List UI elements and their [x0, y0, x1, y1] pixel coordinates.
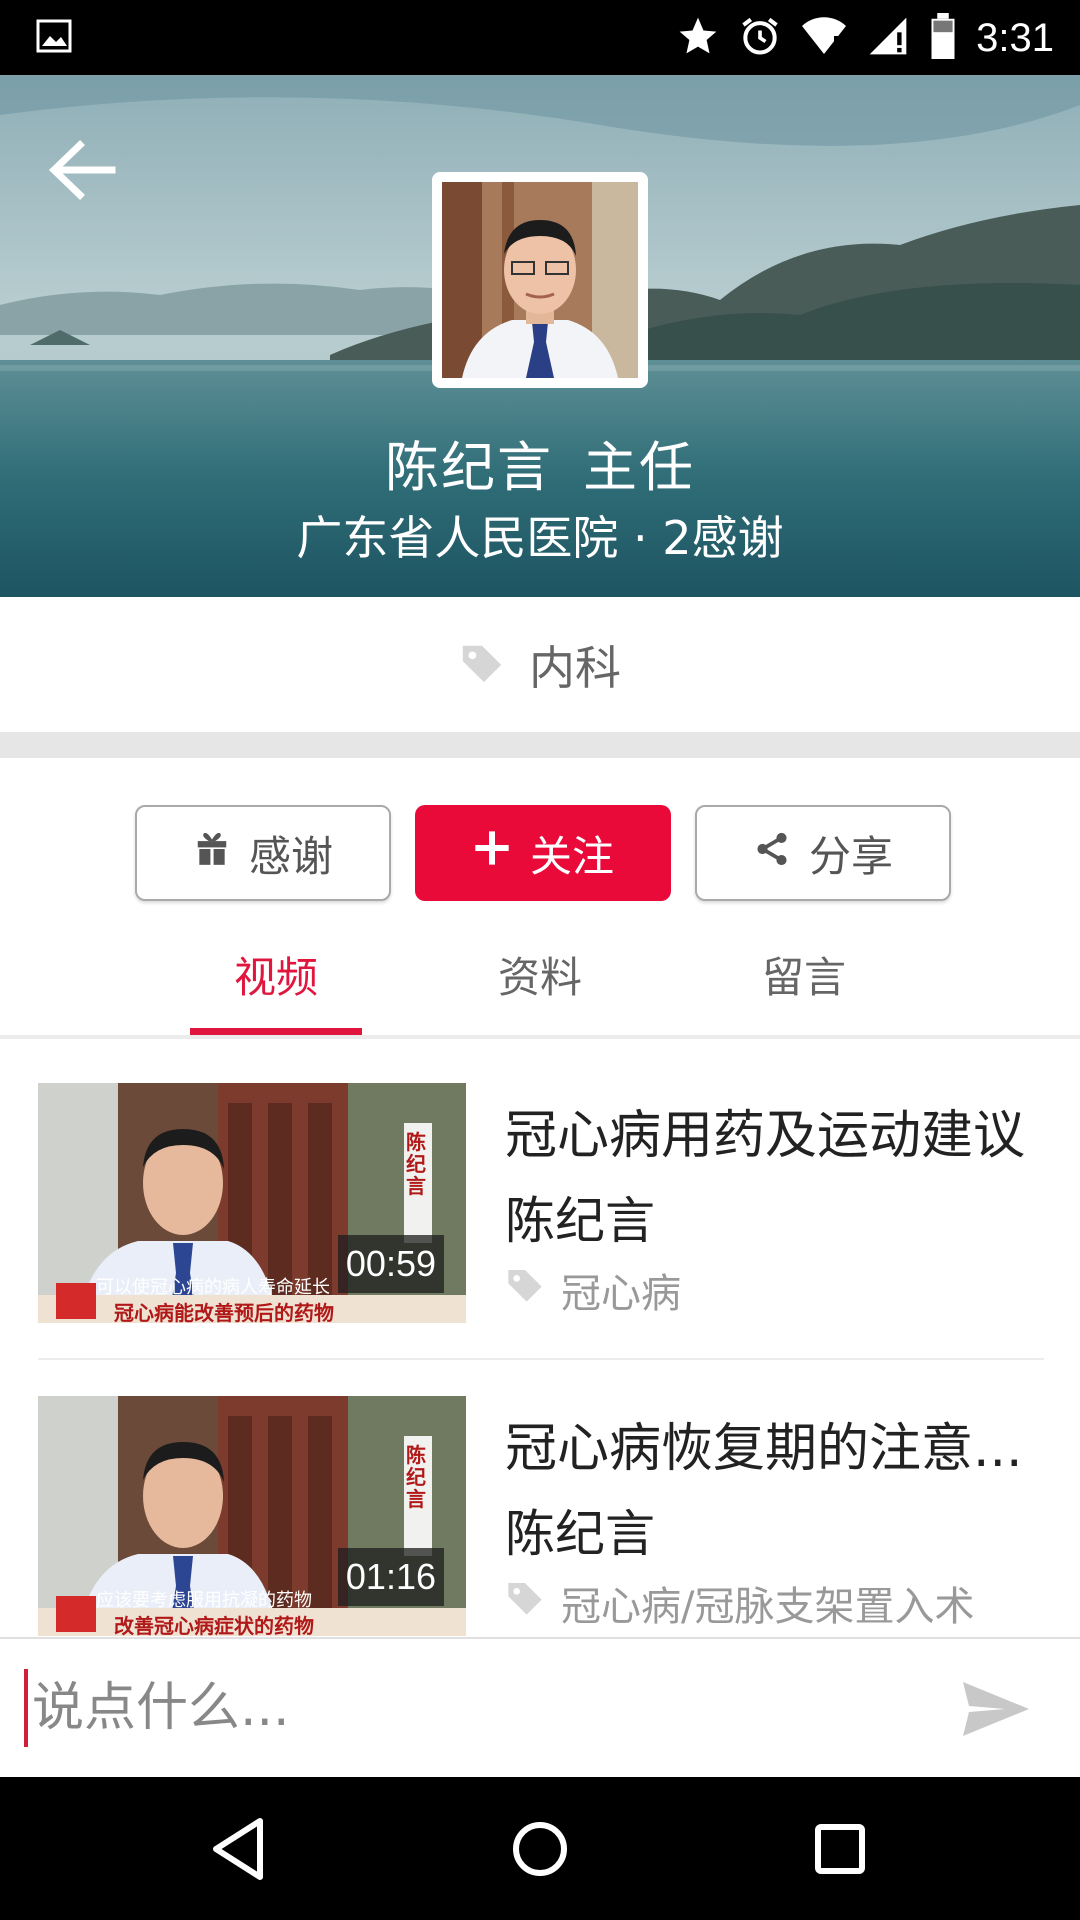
- back-arrow-icon[interactable]: [40, 125, 130, 215]
- department-row: 内科: [0, 597, 1080, 732]
- video-tag: 冠心病: [505, 1261, 681, 1319]
- tab-bar: 视频 资料 留言: [0, 930, 1080, 1035]
- video-tag-label: 冠心病/冠脉支架置入术: [561, 1584, 975, 1630]
- video-tag: 冠心病/冠脉支架置入术: [505, 1574, 974, 1632]
- star-icon: [676, 14, 720, 62]
- thank-label: 感谢: [248, 831, 333, 881]
- video-title[interactable]: 冠心病恢复期的注意...: [505, 1406, 1045, 1481]
- video-title[interactable]: 冠心病用药及运动建议: [505, 1093, 1045, 1168]
- department-label: 内科: [529, 640, 621, 695]
- list-divider: [38, 1358, 1044, 1360]
- thumbnail-side-text: 陈纪言: [406, 1130, 426, 1198]
- system-nav-bar: [0, 1777, 1080, 1920]
- video-author: 陈纪言: [505, 1192, 655, 1250]
- doctor-name: 陈纪言: [385, 436, 553, 499]
- tabs-divider: [0, 1035, 1080, 1039]
- video-list-item[interactable]: 可以使冠心病的病人寿命延长 冠心病能改善预后的药物 陈纪言 00:59 冠心病用…: [0, 1083, 1080, 1333]
- follow-button[interactable]: 关注: [415, 805, 671, 901]
- thank-button[interactable]: 感谢: [135, 805, 391, 901]
- doctor-name-line: 陈纪言 主任: [0, 423, 1080, 502]
- thumbnail-side-text: 陈纪言: [406, 1443, 426, 1511]
- comment-input[interactable]: [24, 1669, 904, 1747]
- action-buttons: 感谢 关注 分享: [0, 805, 1080, 901]
- share-button[interactable]: 分享: [695, 805, 951, 901]
- battery-icon: [928, 13, 958, 63]
- alarm-icon: [738, 14, 782, 62]
- follow-label: 关注: [529, 831, 614, 881]
- video-duration: 00:59: [337, 1235, 444, 1293]
- doctor-meta: 广东省人民医院 · 2感谢: [0, 502, 1080, 568]
- status-bar: 3:31: [0, 0, 1080, 75]
- meta-separator: ·: [633, 511, 648, 565]
- video-thumbnail[interactable]: 可以使冠心病的病人寿命延长 冠心病能改善预后的药物 陈纪言 00:59: [38, 1083, 466, 1323]
- tab-videos[interactable]: 视频: [191, 930, 361, 1035]
- video-author: 陈纪言: [505, 1505, 655, 1563]
- back-triangle-icon[interactable]: [198, 1807, 282, 1891]
- avatar: [432, 172, 648, 388]
- plus-icon: [472, 828, 512, 878]
- video-list-item[interactable]: 应该要考虑服用抗凝的药物 改善冠心病症状的药物 陈纪言 01:16 冠心病恢复期…: [0, 1396, 1080, 1646]
- tag-icon: [505, 1265, 545, 1315]
- image-icon: [36, 18, 72, 58]
- video-duration: 01:16: [337, 1548, 444, 1606]
- tag-icon: [459, 640, 505, 690]
- active-tab-indicator: [190, 1028, 362, 1035]
- recents-square-icon[interactable]: [798, 1807, 882, 1891]
- thanks-count: 2感谢: [662, 511, 784, 565]
- hospital-name: 广东省人民医院: [296, 511, 619, 565]
- tag-icon: [505, 1578, 545, 1628]
- section-divider: [0, 732, 1080, 758]
- thumbnail-caption: 冠心病能改善预后的药物: [114, 1301, 334, 1323]
- tab-materials[interactable]: 资料: [455, 930, 625, 1035]
- wifi-icon: [800, 14, 848, 62]
- share-icon: [753, 829, 791, 878]
- comment-bar: [0, 1637, 1080, 1777]
- signal-icon: [866, 14, 910, 62]
- video-thumbnail[interactable]: 应该要考虑服用抗凝的药物 改善冠心病症状的药物 陈纪言 01:16: [38, 1396, 466, 1636]
- video-tag-label: 冠心病: [561, 1271, 681, 1317]
- profile-header: 陈纪言 主任 广东省人民医院 · 2感谢: [0, 75, 1080, 597]
- doctor-title: 主任: [583, 436, 695, 499]
- send-icon[interactable]: [960, 1679, 1032, 1739]
- gift-icon: [193, 829, 231, 878]
- clock-time: 3:31: [976, 15, 1054, 60]
- share-label: 分享: [808, 831, 893, 881]
- tab-messages[interactable]: 留言: [719, 930, 889, 1035]
- home-circle-icon[interactable]: [498, 1807, 582, 1891]
- thumbnail-caption: 改善冠心病症状的药物: [114, 1614, 314, 1636]
